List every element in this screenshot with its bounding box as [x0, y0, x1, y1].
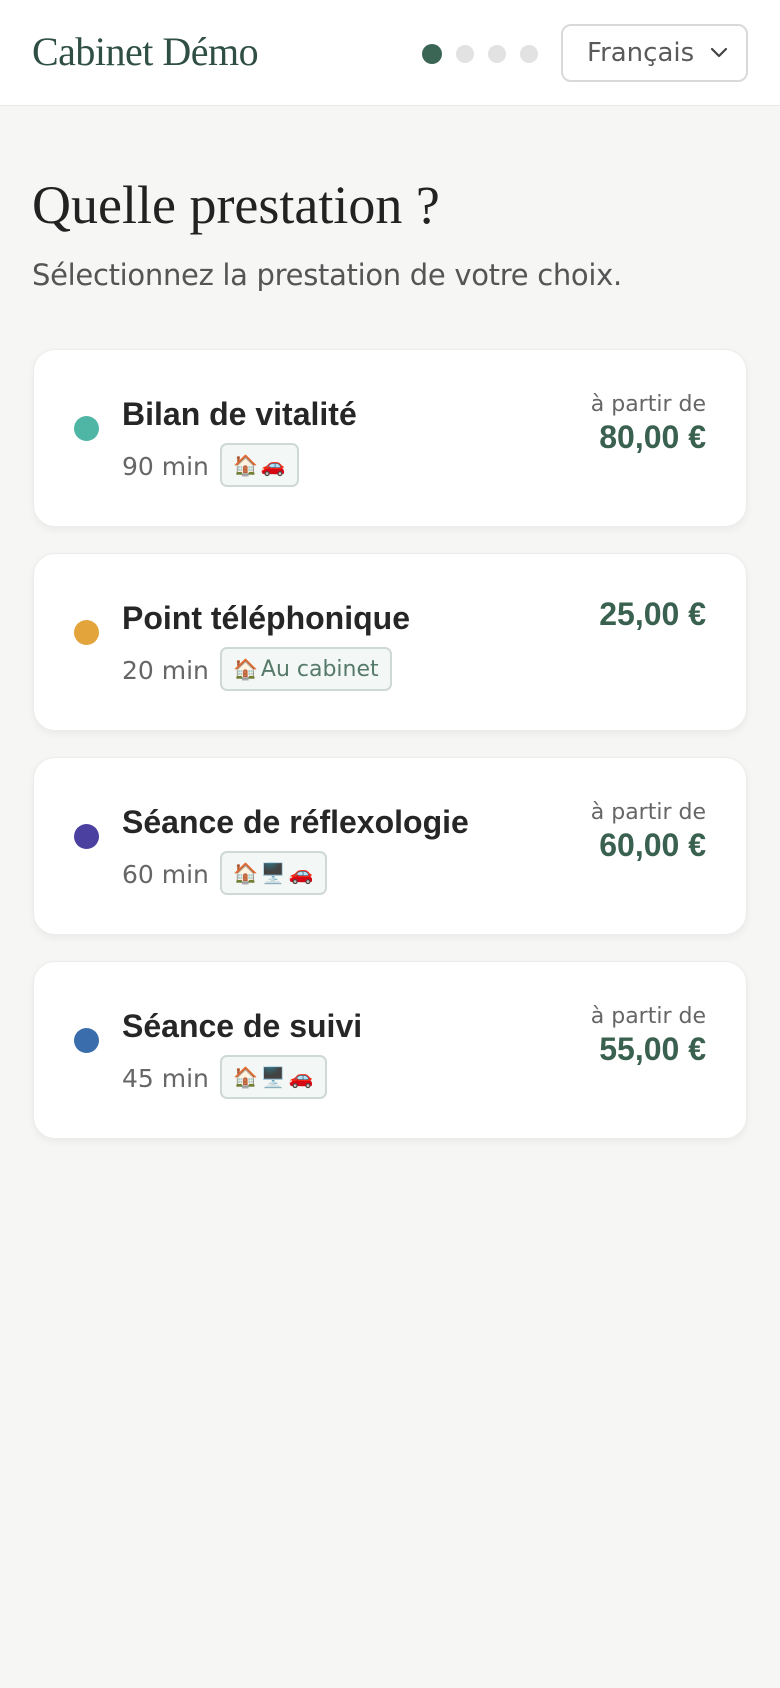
location-badge: 🏠 🖥️ 🚗: [220, 1055, 327, 1099]
service-price-block: à partir de 80,00 €: [591, 392, 706, 456]
service-price: 60,00 €: [599, 827, 706, 863]
service-duration: 60 min: [122, 860, 209, 889]
service-card[interactable]: Bilan de vitalité 90 min 🏠 🚗 à partir de 80,0…: [33, 349, 747, 527]
price-prefix: à partir de: [590, 392, 706, 417]
language-select-value: Français: [587, 38, 695, 68]
service-card[interactable]: Séance de suivi 45 min 🏠 🖥️ 🚗 à partir de 55,0…: [33, 961, 747, 1139]
service-card[interactable]: Point téléphonique 20 min 🏠 Au cabinet 25,00…: [33, 553, 747, 731]
service-name: Séance de réflexologie: [122, 804, 469, 840]
location-badge: 🏠 🚗: [220, 443, 299, 487]
service-name: Point téléphonique: [122, 600, 410, 636]
step-indicator: [422, 44, 538, 64]
service-price: 80,00 €: [599, 419, 706, 455]
computer-icon: 🖥️: [260, 861, 286, 885]
service-price-block: à partir de 60,00 €: [591, 800, 706, 864]
service-name: Séance de suivi: [122, 1008, 363, 1044]
computer-icon: 🖥️: [260, 1065, 286, 1089]
house-icon: 🏠: [233, 861, 258, 885]
service-color-dot: [74, 1028, 99, 1053]
step-dot-1: [422, 44, 442, 64]
location-badge: 🏠 🖥️ 🚗: [220, 851, 327, 895]
service-color-dot: [74, 416, 99, 441]
car-icon: 🚗: [288, 861, 314, 885]
house-icon: 🏠: [233, 657, 258, 681]
car-icon: 🚗: [288, 1065, 314, 1089]
car-icon: 🚗: [260, 453, 286, 477]
location-badge-label: Au cabinet: [260, 656, 379, 682]
step-dot-3: [488, 45, 506, 63]
service-price-block: à partir de 55,00 €: [591, 1004, 706, 1068]
house-icon: 🏠: [233, 453, 258, 477]
brand-name[interactable]: Cabinet Démo: [32, 28, 259, 75]
location-badge: 🏠 Au cabinet: [220, 647, 392, 691]
service-price-block: 25,00 €: [599, 594, 706, 633]
service-color-dot: [74, 620, 99, 645]
step-dot-4: [520, 45, 538, 63]
service-name: Bilan de vitalité: [122, 396, 357, 432]
service-card[interactable]: Séance de réflexologie 60 min 🏠 🖥️ 🚗 à partir…: [33, 757, 747, 935]
header: Cabinet Démo Français: [0, 0, 780, 106]
page-title: Quelle prestation ?: [32, 175, 440, 235]
price-prefix: à partir de: [590, 800, 706, 825]
chevron-down-icon: [710, 47, 728, 58]
service-color-dot: [74, 824, 99, 849]
service-duration: 20 min: [122, 656, 209, 685]
service-duration: 90 min: [122, 452, 209, 481]
service-price: 55,00 €: [599, 1031, 706, 1067]
house-icon: 🏠: [233, 1065, 258, 1089]
page-subtitle: Sélectionnez la prestation de votre choi…: [32, 258, 622, 292]
price-prefix: à partir de: [590, 1004, 706, 1029]
service-price: 25,00 €: [599, 596, 706, 632]
service-duration: 45 min: [122, 1064, 209, 1093]
step-dot-2: [456, 45, 474, 63]
language-select[interactable]: Français: [561, 24, 748, 82]
